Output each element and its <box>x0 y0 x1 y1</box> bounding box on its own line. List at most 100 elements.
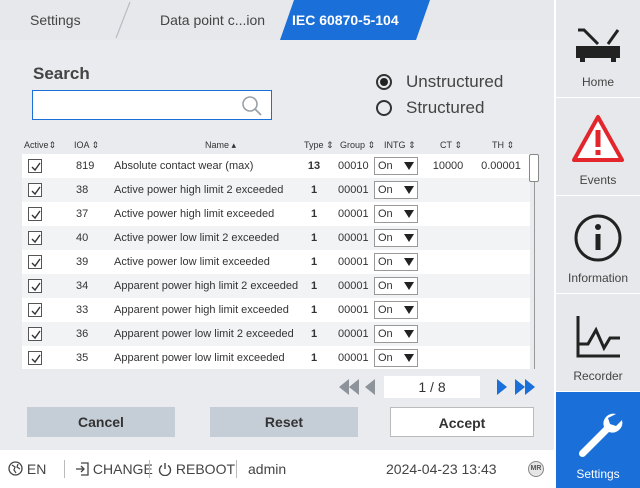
scrollbar-thumb[interactable] <box>529 154 539 182</box>
col-ct-header[interactable]: CT ⇕ <box>440 140 462 151</box>
dropdown-arrow-icon <box>404 306 414 314</box>
cell-th <box>476 346 526 369</box>
radio-unselected-icon[interactable] <box>376 100 392 116</box>
active-checkbox[interactable] <box>28 207 42 221</box>
intg-select[interactable]: On <box>374 325 418 343</box>
active-checkbox[interactable] <box>28 255 42 269</box>
cell-type: 1 <box>310 208 318 220</box>
radio-unstructured-label: Unstructured <box>406 72 504 91</box>
active-checkbox[interactable] <box>28 351 42 365</box>
table-row[interactable]: 40 Active power low limit 2 exceeded 1 0000… <box>22 226 530 250</box>
intg-select-value: On <box>378 160 393 172</box>
data-point-table: 819 Absolute contact wear (max) 13 00010 100… <box>22 154 530 369</box>
cell-ioa: 38 <box>76 184 89 196</box>
previous-page-icon[interactable] <box>364 378 376 396</box>
breadcrumb-separator-icon <box>115 1 131 39</box>
radio-unstructured[interactable]: Unstructured <box>376 71 516 93</box>
next-page-icon[interactable] <box>496 378 508 396</box>
sidebar-item-events[interactable]: Events <box>556 98 640 195</box>
intg-select-value: On <box>378 352 393 364</box>
status-divider <box>149 460 150 478</box>
search-input[interactable] <box>39 91 239 117</box>
intg-select[interactable]: On <box>374 205 418 223</box>
active-checkbox[interactable] <box>28 183 42 197</box>
intg-select[interactable]: On <box>374 181 418 199</box>
active-checkbox[interactable] <box>28 327 42 341</box>
search-icon[interactable] <box>241 95 263 117</box>
change-button[interactable]: CHANGE <box>75 461 153 477</box>
checkmark-icon <box>31 354 41 364</box>
page-indicator: 1 / 8 <box>384 376 480 398</box>
active-checkbox[interactable] <box>28 231 42 245</box>
cell-ct <box>424 250 472 274</box>
sidebar-item-settings[interactable]: Settings <box>556 392 640 488</box>
active-checkbox[interactable] <box>28 279 42 293</box>
intg-select[interactable]: On <box>374 157 418 175</box>
dropdown-arrow-icon <box>404 162 414 170</box>
cell-name: Active power high limit exceeded <box>114 208 275 220</box>
last-page-icon[interactable] <box>514 378 536 396</box>
cell-ioa: 37 <box>76 208 89 220</box>
breadcrumb-data-point-config[interactable]: Data point c...ion <box>160 0 265 40</box>
intg-select[interactable]: On <box>374 253 418 271</box>
cell-ioa: 33 <box>76 304 89 316</box>
col-active-header[interactable]: Active⇕ <box>24 140 56 151</box>
table-row[interactable]: 37 Active power high limit exceeded 1 00001… <box>22 202 530 226</box>
cell-group: 00010 <box>338 160 369 172</box>
cancel-button[interactable]: Cancel <box>27 407 175 437</box>
sidebar-item-recorder[interactable]: Recorder <box>556 294 640 391</box>
sidebar-item-label: Recorder <box>573 369 623 383</box>
table-row[interactable]: 36 Apparent power low limit 2 exceeded 1 00… <box>22 322 530 346</box>
mr-logo-icon: MR <box>528 461 544 477</box>
active-checkbox[interactable] <box>28 159 42 173</box>
table-row[interactable]: 38 Active power high limit 2 exceeded 1 000… <box>22 178 530 202</box>
cell-group: 00001 <box>338 184 369 196</box>
col-type-header[interactable]: Type ⇕ <box>304 140 334 151</box>
status-divider <box>236 460 237 478</box>
sidebar-item-information[interactable]: Information <box>556 196 640 293</box>
table-row[interactable]: 35 Apparent power low limit exceeded 1 0000… <box>22 346 530 369</box>
cell-name: Apparent power high limit 2 exceeded <box>114 280 299 292</box>
language-selector[interactable]: EN <box>8 461 46 477</box>
col-group-header[interactable]: Group ⇕ <box>340 140 375 151</box>
col-name-header[interactable]: Name ▴ <box>205 140 236 151</box>
breadcrumb-iec-104[interactable]: IEC 60870-5-104 <box>292 0 399 40</box>
cell-name: Active power high limit 2 exceeded <box>114 184 284 196</box>
table-scrollbar[interactable] <box>528 154 540 369</box>
intg-select[interactable]: On <box>374 229 418 247</box>
search-field[interactable] <box>32 90 272 120</box>
scrollbar-track <box>534 182 535 369</box>
dropdown-arrow-icon <box>404 258 414 266</box>
table-row[interactable]: 819 Absolute contact wear (max) 13 00010 100… <box>22 154 530 178</box>
status-bar: EN CHANGE REBOOT admin 2024-04-23 13:43 … <box>0 450 554 488</box>
cell-type: 1 <box>310 304 318 316</box>
col-th-header[interactable]: TH ⇕ <box>492 140 514 151</box>
radio-structured[interactable]: Structured <box>376 97 516 119</box>
table-row[interactable]: 39 Active power low limit exceeded 1 00001 O… <box>22 250 530 274</box>
cell-ct <box>424 178 472 202</box>
col-ioa-header[interactable]: IOA ⇕ <box>74 140 99 151</box>
reset-button[interactable]: Reset <box>210 407 358 437</box>
table-row[interactable]: 33 Apparent power high limit exceeded 1 000… <box>22 298 530 322</box>
sidebar-item-home[interactable]: Home <box>556 0 640 97</box>
reboot-button[interactable]: REBOOT <box>158 461 235 477</box>
sidebar-item-label: Events <box>579 173 617 187</box>
radio-selected-icon[interactable] <box>376 74 392 90</box>
cell-ioa: 819 <box>76 160 95 172</box>
intg-select[interactable]: On <box>374 349 418 367</box>
cell-type: 1 <box>310 280 318 292</box>
accept-button[interactable]: Accept <box>390 407 534 437</box>
intg-select[interactable]: On <box>374 277 418 295</box>
table-row[interactable]: 34 Apparent power high limit 2 exceeded 1 0… <box>22 274 530 298</box>
status-divider <box>64 460 65 478</box>
first-page-icon[interactable] <box>338 378 360 396</box>
col-intg-header[interactable]: INTG ⇕ <box>384 140 416 151</box>
wrench-icon <box>578 413 623 458</box>
breadcrumb-settings[interactable]: Settings <box>30 0 81 40</box>
active-checkbox[interactable] <box>28 303 42 317</box>
dropdown-arrow-icon <box>404 330 414 338</box>
intg-select[interactable]: On <box>374 301 418 319</box>
cell-ioa: 35 <box>76 352 89 364</box>
cell-ct <box>424 298 472 322</box>
cell-ioa: 34 <box>76 280 89 292</box>
